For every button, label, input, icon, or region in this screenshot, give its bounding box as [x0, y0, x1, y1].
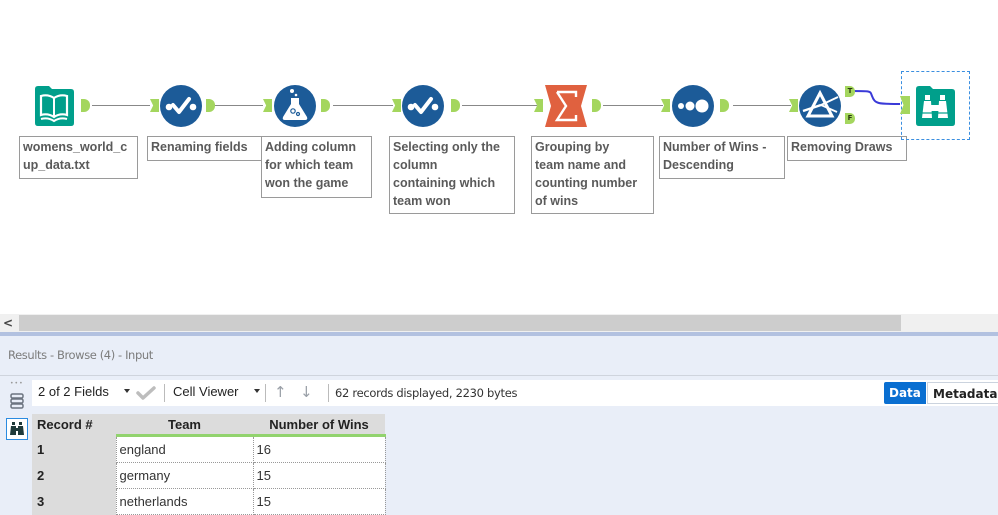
wins-cell[interactable]: 15: [252, 488, 386, 515]
cell-viewer-selector[interactable]: Cell Viewer: [173, 384, 239, 399]
divider: [265, 384, 266, 402]
table-view-icon[interactable]: [8, 392, 26, 410]
results-title: Results - Browse (4) - Input: [8, 348, 153, 362]
workflow-canvas[interactable]: womens_world_c up_data.txt Renaming fiel…: [0, 0, 998, 314]
connection-highlighted[interactable]: [850, 86, 902, 108]
table-row[interactable]: 1 england 16: [32, 435, 386, 463]
horizontal-scrollbar[interactable]: <: [0, 314, 998, 332]
output-anchor[interactable]: [206, 99, 215, 112]
filter-tool[interactable]: [799, 85, 841, 127]
tool-annotation: Renaming fields: [147, 136, 262, 161]
flask-icon: [274, 85, 316, 127]
chevron-down-icon[interactable]: [254, 389, 260, 393]
table-row[interactable]: 2 germany 15: [32, 462, 386, 489]
fields-selector[interactable]: 2 of 2 Fields: [38, 384, 109, 399]
record-number: 1: [32, 435, 116, 463]
output-anchor[interactable]: [81, 99, 90, 112]
tool-annotation: Adding column for which team won the gam…: [261, 136, 372, 198]
checkmark-icon[interactable]: [136, 386, 156, 400]
input-anchor[interactable]: [263, 99, 272, 112]
records-status: 62 records displayed, 2230 bytes: [335, 386, 518, 400]
table-row[interactable]: 3 netherlands 15: [32, 488, 386, 515]
tool-annotation: Selecting only the column containing whi…: [389, 136, 515, 214]
column-header-number-of-wins[interactable]: Number of Wins: [253, 414, 385, 437]
book-icon: [35, 86, 74, 126]
team-cell[interactable]: england: [115, 435, 254, 463]
prism-icon: [799, 85, 841, 127]
sort-dots-icon: [672, 85, 714, 127]
select-check-icon: [402, 85, 444, 127]
select-tool[interactable]: [160, 85, 202, 127]
binoculars-icon: [916, 86, 955, 126]
scroll-thumb[interactable]: [19, 315, 901, 331]
team-cell[interactable]: netherlands: [115, 488, 254, 515]
results-pane: Results - Browse (4) - Input ••• 2 of 2 …: [0, 336, 998, 515]
input-anchor[interactable]: [150, 99, 159, 112]
column-header-team[interactable]: Team: [116, 414, 253, 437]
tool-annotation: Grouping by team name and counting numbe…: [531, 136, 654, 214]
divider: [164, 384, 165, 402]
select-check-icon: [160, 85, 202, 127]
true-output-anchor[interactable]: T: [845, 86, 855, 97]
tool-annotation: Removing Draws: [787, 136, 907, 161]
divider: [0, 375, 998, 376]
team-cell[interactable]: germany: [115, 462, 254, 489]
tool-annotation: womens_world_c up_data.txt: [19, 136, 138, 179]
connection[interactable]: [92, 105, 150, 106]
false-output-anchor[interactable]: F: [845, 113, 855, 124]
column-header-record[interactable]: Record #: [32, 414, 116, 436]
sigma-icon: [545, 85, 587, 127]
divider: [328, 384, 329, 402]
results-table: Record # Team Number of Wins 1 england 1…: [32, 414, 386, 515]
connection[interactable]: [603, 105, 663, 106]
output-anchor[interactable]: [592, 99, 601, 112]
output-anchor[interactable]: [451, 99, 460, 112]
tab-data[interactable]: Data: [884, 382, 926, 404]
tool-annotation: Number of Wins - Descending: [659, 136, 785, 179]
scroll-left-button[interactable]: <: [0, 314, 18, 332]
more-options-icon[interactable]: •••: [10, 380, 24, 387]
browse-tool[interactable]: [914, 85, 956, 127]
arrow-up-icon[interactable]: ↑: [274, 383, 287, 401]
output-anchor[interactable]: [720, 99, 729, 112]
results-side-rail: •••: [0, 376, 32, 515]
input-data-tool[interactable]: [33, 85, 75, 127]
connection[interactable]: [462, 105, 537, 106]
connection[interactable]: [333, 105, 393, 106]
results-toolbar: 2 of 2 Fields Cell Viewer ↑ ↓ 62 records…: [32, 380, 998, 406]
record-number: 2: [32, 462, 116, 489]
browse-view-icon[interactable]: [6, 418, 28, 440]
input-anchor[interactable]: [392, 99, 401, 112]
chevron-down-icon[interactable]: [124, 389, 130, 393]
output-anchor[interactable]: [321, 99, 330, 112]
connection[interactable]: [733, 105, 791, 106]
formula-tool[interactable]: [274, 85, 316, 127]
connection[interactable]: [210, 105, 263, 106]
record-number: 3: [32, 488, 116, 515]
summarize-tool[interactable]: [545, 85, 587, 127]
wins-cell[interactable]: 16: [252, 435, 386, 463]
tab-metadata[interactable]: Metadata: [927, 382, 998, 404]
wins-cell[interactable]: 15: [252, 462, 386, 489]
select-tool[interactable]: [402, 85, 444, 127]
arrow-down-icon[interactable]: ↓: [300, 383, 313, 401]
sort-tool[interactable]: [672, 85, 714, 127]
